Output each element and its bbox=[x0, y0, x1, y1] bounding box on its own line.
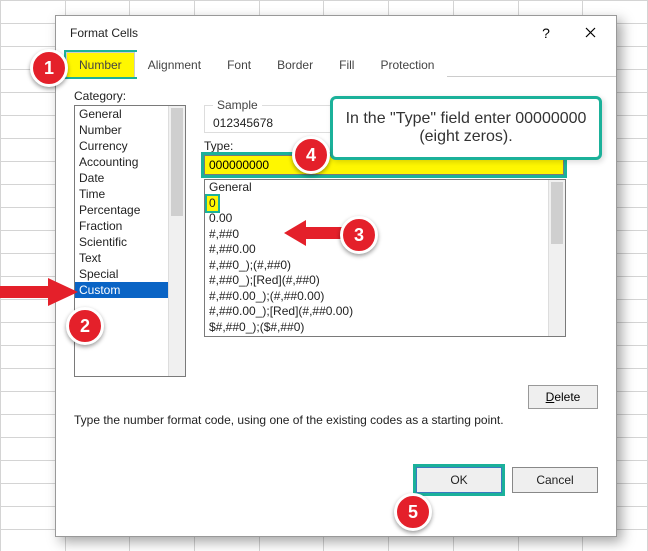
list-item-highlighted[interactable]: 0 bbox=[207, 196, 218, 212]
tab-number[interactable]: Number bbox=[66, 52, 135, 77]
format-cells-dialog: Format Cells ? Number Alignment Font Bor… bbox=[55, 15, 617, 537]
close-button[interactable] bbox=[568, 18, 612, 48]
delete-button[interactable]: Delete bbox=[528, 385, 598, 409]
tab-strip: Number Alignment Font Border Fill Protec… bbox=[56, 50, 616, 77]
help-button[interactable]: ? bbox=[524, 18, 568, 48]
annotation-callout: In the "Type" field enter 00000000 (eigh… bbox=[330, 96, 602, 160]
list-item[interactable]: #,##0.00_);[Red](#,##0.00) bbox=[205, 304, 565, 320]
list-item[interactable]: #,##0_);[Red](#,##0) bbox=[205, 273, 565, 289]
list-item[interactable]: #,##0 bbox=[205, 227, 565, 243]
list-item[interactable]: $#,##0_);[Red]($#,##0) bbox=[205, 335, 565, 337]
format-codes-listbox[interactable]: General 0 0.00 #,##0 #,##0.00 #,##0_);(#… bbox=[204, 179, 566, 337]
annotation-badge: 1 bbox=[30, 49, 68, 87]
annotation-badge: 4 bbox=[292, 136, 330, 174]
list-item[interactable]: $#,##0_);($#,##0) bbox=[205, 320, 565, 336]
list-item[interactable]: #,##0.00_);(#,##0.00) bbox=[205, 289, 565, 305]
list-item[interactable]: #,##0.00 bbox=[205, 242, 565, 258]
list-item[interactable]: #,##0_);(#,##0) bbox=[205, 258, 565, 274]
cancel-button[interactable]: Cancel bbox=[512, 467, 598, 493]
scrollbar-thumb[interactable] bbox=[551, 182, 563, 244]
tab-label: Number bbox=[79, 58, 122, 72]
tab-protection[interactable]: Protection bbox=[367, 52, 447, 77]
tab-label: Border bbox=[277, 58, 313, 72]
annotation-badge: 2 bbox=[66, 307, 104, 345]
tab-label: Font bbox=[227, 58, 251, 72]
tab-fill[interactable]: Fill bbox=[326, 52, 367, 77]
sample-label: Sample bbox=[213, 98, 262, 112]
list-item[interactable]: General bbox=[205, 180, 565, 196]
annotation-badge: 5 bbox=[394, 493, 432, 531]
annotation-badge: 3 bbox=[340, 216, 378, 254]
scrollbar[interactable] bbox=[548, 180, 565, 336]
tab-label: Protection bbox=[380, 58, 434, 72]
annotation-arrow-icon bbox=[0, 275, 80, 309]
scrollbar[interactable] bbox=[168, 106, 185, 376]
list-item[interactable]: 0.00 bbox=[205, 211, 565, 227]
tab-alignment[interactable]: Alignment bbox=[135, 52, 214, 77]
close-icon bbox=[585, 25, 596, 41]
dialog-title: Format Cells bbox=[70, 26, 524, 40]
tab-label: Fill bbox=[339, 58, 354, 72]
help-icon: ? bbox=[542, 25, 550, 41]
dialog-titlebar: Format Cells ? bbox=[56, 16, 616, 50]
tab-label: Alignment bbox=[148, 58, 201, 72]
tab-font[interactable]: Font bbox=[214, 52, 264, 77]
footer-note: Type the number format code, using one o… bbox=[74, 413, 598, 427]
ok-button[interactable]: OK bbox=[416, 467, 502, 493]
scrollbar-thumb[interactable] bbox=[171, 108, 183, 216]
tab-border[interactable]: Border bbox=[264, 52, 326, 77]
